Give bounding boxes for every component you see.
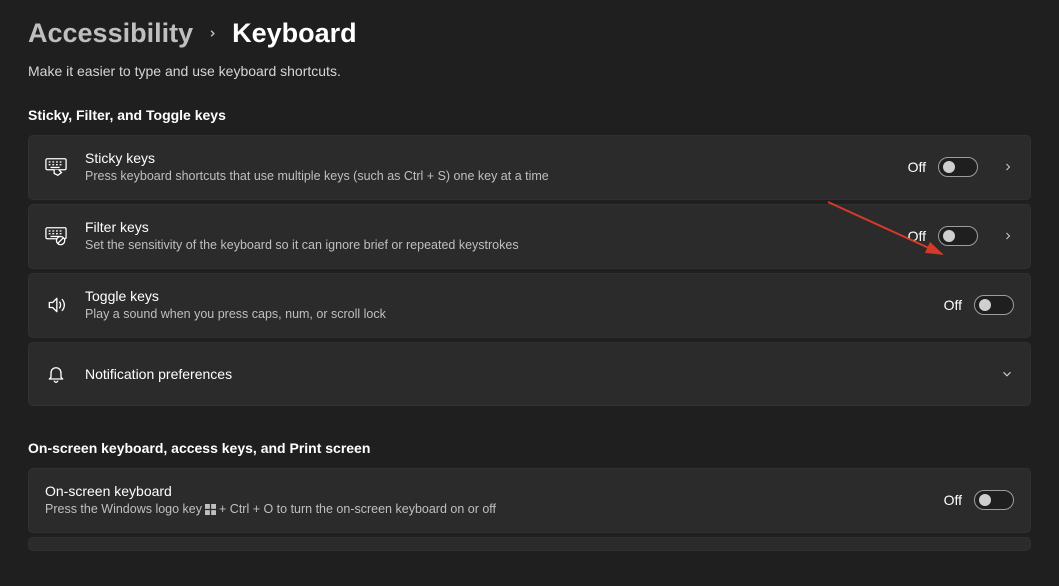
- page-description: Make it easier to type and use keyboard …: [28, 63, 1031, 79]
- filter-keys-row[interactable]: Filter keys Set the sensitivity of the k…: [28, 204, 1031, 269]
- keyboard-block-icon: [45, 226, 67, 246]
- filter-keys-state: Off: [908, 228, 926, 244]
- windows-logo-icon: [205, 504, 216, 515]
- sound-icon: [45, 295, 67, 315]
- page-title: Keyboard: [232, 18, 357, 49]
- next-row-partial[interactable]: [28, 537, 1031, 551]
- notification-preferences-row[interactable]: Notification preferences: [28, 342, 1031, 406]
- osk-state: Off: [944, 492, 962, 508]
- sticky-keys-title: Sticky keys: [85, 150, 890, 166]
- osk-toggle[interactable]: [974, 490, 1014, 510]
- filter-keys-toggle[interactable]: [938, 226, 978, 246]
- sticky-keys-row[interactable]: Sticky keys Press keyboard shortcuts tha…: [28, 135, 1031, 200]
- osk-title: On-screen keyboard: [45, 483, 944, 499]
- toggle-keys-toggle[interactable]: [974, 295, 1014, 315]
- osk-sub: Press the Windows logo key + Ctrl + O to…: [45, 501, 944, 518]
- section-title-sticky: Sticky, Filter, and Toggle keys: [28, 107, 1031, 123]
- toggle-keys-row[interactable]: Toggle keys Play a sound when you press …: [28, 273, 1031, 338]
- chevron-right-icon: [207, 28, 218, 39]
- filter-keys-title: Filter keys: [85, 219, 890, 235]
- toggle-keys-sub: Play a sound when you press caps, num, o…: [85, 306, 926, 323]
- chevron-down-icon[interactable]: [1000, 367, 1014, 381]
- notification-preferences-title: Notification preferences: [85, 366, 982, 382]
- section-title-osk: On-screen keyboard, access keys, and Pri…: [28, 440, 1031, 456]
- bell-icon: [45, 364, 67, 384]
- breadcrumb-parent-link[interactable]: Accessibility: [28, 18, 193, 49]
- chevron-right-icon[interactable]: [1002, 161, 1014, 173]
- toggle-keys-state: Off: [944, 297, 962, 313]
- breadcrumb: Accessibility Keyboard: [28, 18, 1031, 49]
- osk-row[interactable]: On-screen keyboard Press the Windows log…: [28, 468, 1031, 533]
- sticky-keys-sub: Press keyboard shortcuts that use multip…: [85, 168, 890, 185]
- sticky-keys-toggle[interactable]: [938, 157, 978, 177]
- toggle-keys-title: Toggle keys: [85, 288, 926, 304]
- chevron-right-icon[interactable]: [1002, 230, 1014, 242]
- filter-keys-sub: Set the sensitivity of the keyboard so i…: [85, 237, 890, 254]
- sticky-keys-state: Off: [908, 159, 926, 175]
- keyboard-hand-icon: [45, 157, 67, 177]
